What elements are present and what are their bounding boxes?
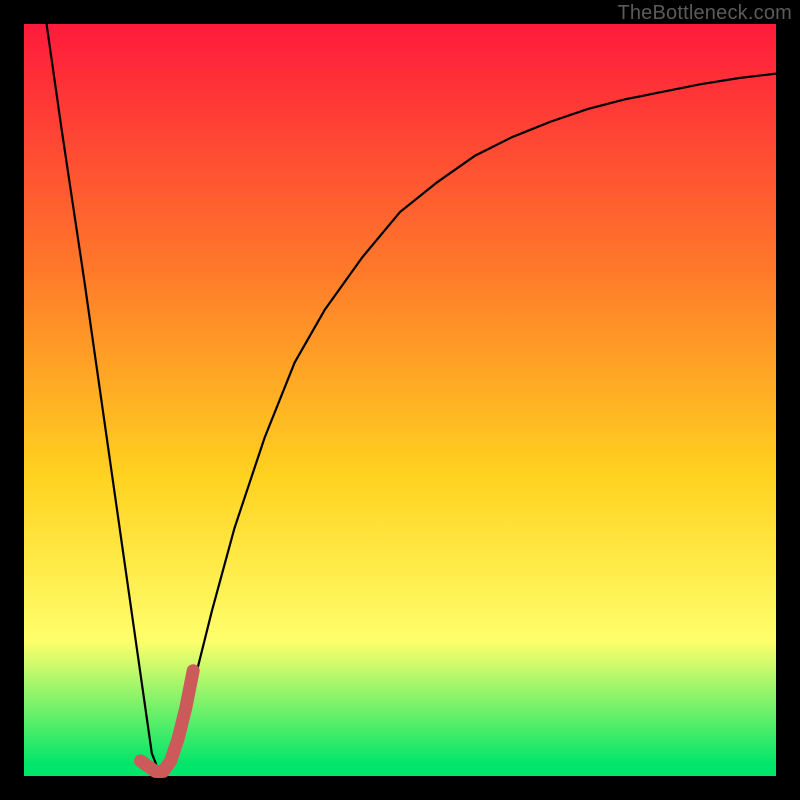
chart-svg-layer (24, 24, 776, 776)
chart-frame: TheBottleneck.com (0, 0, 800, 800)
optimal-region-highlight-path (141, 671, 194, 772)
watermark-text: TheBottleneck.com (617, 2, 792, 25)
bottleneck-curve-path (47, 24, 776, 772)
